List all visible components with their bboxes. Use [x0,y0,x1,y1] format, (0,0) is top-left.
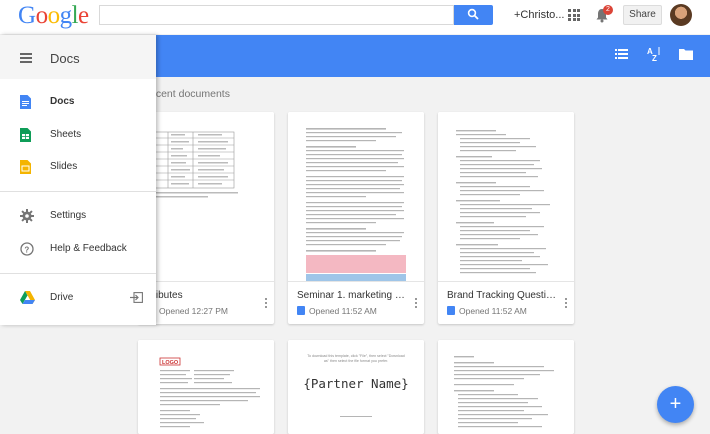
drive-icon [20,291,35,304]
drawer-header: Docs [0,35,156,79]
logo-letter: o [35,2,49,29]
apps-grid-icon[interactable] [568,9,580,21]
document-card[interactable]: Seminar 1. marketing n... Opened 11:52 A… [288,112,424,324]
logo-letter: g [59,2,73,29]
drawer-item-sheets[interactable]: Sheets [0,119,156,151]
avatar[interactable] [670,4,692,26]
drawer-item-help[interactable]: ? Help & Feedback [0,233,156,265]
more-options-icon[interactable] [565,298,568,310]
document-card[interactable] [438,340,574,434]
document-thumbnail: LOGO [138,340,274,434]
drawer-item-label: Sheets [50,129,82,140]
drawer-item-label: Settings [50,210,87,221]
google-logo[interactable]: Google [18,2,89,30]
document-title: Seminar 1. marketing n... [297,290,407,301]
user-name-link[interactable]: +Christo... [514,9,564,21]
document-card[interactable]: Brand Tracking Questioner Opened 11:52 A… [438,112,574,324]
logo-letter: o [47,2,61,29]
drawer-item-label: Drive [50,292,74,303]
logo-letter: G [18,2,36,29]
drawer-item-settings[interactable]: Settings [0,200,156,232]
document-card[interactable]: To download this template, click "File",… [288,340,424,434]
opened-text: Opened 12:27 PM [159,306,228,316]
svg-text:?: ? [24,245,29,254]
drawer-item-drive[interactable]: Drive [0,282,156,314]
opened-text: Opened 11:52 AM [459,306,527,316]
document-thumbnail [438,340,574,434]
help-icon: ? [20,242,34,256]
document-thumbnail [288,112,424,282]
gear-icon [20,209,34,223]
drawer-item-label: Slides [50,161,78,172]
slides-icon [20,160,31,174]
menu-hamburger-icon[interactable] [20,53,32,63]
sheets-icon [20,128,31,142]
document-opened-time: Opened 12:27 PM [147,306,228,316]
logo-letter: e [78,2,89,29]
document-thumbnail [138,112,274,282]
new-document-fab-button[interactable]: + [657,386,694,423]
document-title: Brand Tracking Questioner [447,290,557,301]
text-line [340,416,372,418]
sort-az-icon[interactable]: A Z [647,46,661,62]
search-input[interactable] [99,5,454,25]
list-view-icon[interactable] [615,48,628,60]
template-download-note: To download this template, click "File",… [307,354,405,363]
partner-name-placeholder: {Partner Name} [303,376,409,391]
share-button[interactable]: Share [623,5,662,25]
document-thumbnail [438,112,574,282]
drawer-item-docs[interactable]: Docs [0,86,156,118]
folder-icon[interactable] [679,48,693,60]
logo-text: LOGO [162,360,179,366]
docs-icon [447,306,455,315]
more-options-icon[interactable] [265,298,268,310]
document-card[interactable]: ttributes Opened 12:27 PM [138,112,274,324]
search-icon [467,8,479,20]
drawer-item-label: Docs [50,96,75,107]
search-button[interactable] [454,5,493,25]
google-top-bar: Google +Christo... 2 Share [0,0,710,34]
document-card[interactable]: LOGO [138,340,274,434]
drawer-divider [0,191,156,192]
recent-documents-heading: ecent documents [150,88,230,100]
more-options-icon[interactable] [415,298,418,310]
document-opened-time: Opened 11:52 AM [297,306,377,316]
navigation-drawer: Docs Docs Sheets Slides Settings ? Help … [0,35,156,325]
document-thumbnail: To download this template, click "File",… [288,340,424,434]
docs-icon [20,95,31,109]
drawer-item-label: Help & Feedback [50,243,127,254]
open-in-drive-icon[interactable] [130,292,143,303]
docs-icon [297,306,305,315]
svg-text:Z: Z [652,54,657,62]
document-opened-time: Opened 11:52 AM [447,306,527,316]
document-title: ttributes [147,290,183,301]
drawer-item-slides[interactable]: Slides [0,151,156,183]
drawer-title: Docs [50,51,80,66]
notification-count-badge: 2 [603,5,613,15]
drawer-divider [0,273,156,274]
opened-text: Opened 11:52 AM [309,306,377,316]
